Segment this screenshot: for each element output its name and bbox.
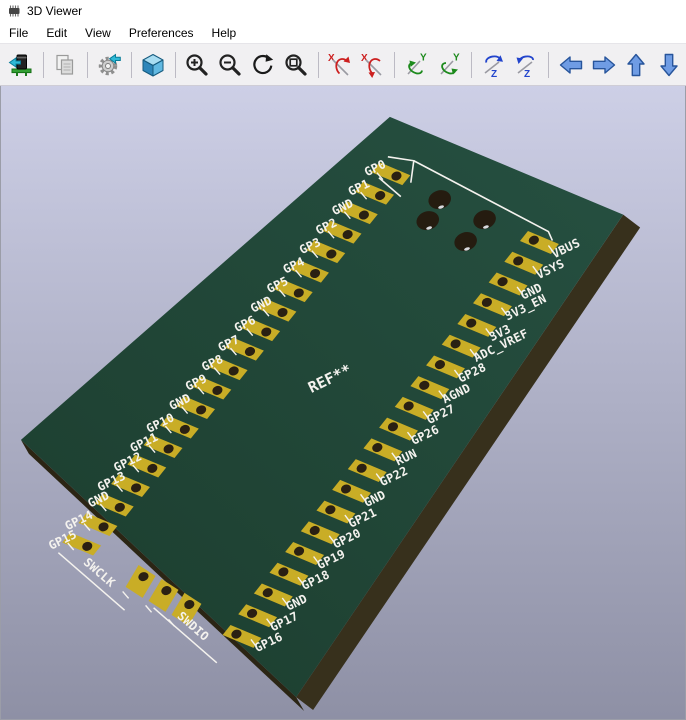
toolbar-separator <box>175 52 176 78</box>
render-options-button[interactable] <box>94 48 125 82</box>
rotate-x-cw-button[interactable]: X <box>325 48 356 82</box>
zoom-out-button[interactable] <box>215 48 246 82</box>
toolbar-separator <box>471 52 472 78</box>
move-right-icon <box>591 52 617 78</box>
zoom-in-button[interactable] <box>182 48 213 82</box>
titlebar: 3D Viewer <box>0 0 686 22</box>
svg-text:Z: Z <box>524 69 530 78</box>
reload-board-icon <box>8 52 34 78</box>
move-up-icon <box>623 52 649 78</box>
rotate-x-ccw-button[interactable]: X <box>357 48 388 82</box>
menubar: File Edit View Preferences Help <box>0 22 686 44</box>
reload-board-button[interactable] <box>6 48 37 82</box>
export-image-icon <box>52 52 78 78</box>
rotate-y-ccw-icon: Y <box>437 52 463 78</box>
chip-icon <box>6 3 22 19</box>
menu-help[interactable]: Help <box>203 24 246 42</box>
svg-text:Y: Y <box>420 52 427 63</box>
toolbar-separator <box>394 52 395 78</box>
move-right-button[interactable] <box>588 48 619 82</box>
rotate-y-cw-icon: Y <box>404 52 430 78</box>
svg-text:X: X <box>361 53 368 64</box>
3d-viewport[interactable]: GP0GP1GNDGP2GP3GP4GP5GNDGP6GP7GP8GP9GNDG… <box>0 86 686 720</box>
rotate-z-ccw-icon: Z <box>514 52 540 78</box>
menu-preferences[interactable]: Preferences <box>120 24 203 42</box>
move-left-icon <box>558 52 584 78</box>
rotate-z-ccw-button[interactable]: Z <box>511 48 542 82</box>
orthographic-cube-icon <box>140 52 166 78</box>
menu-file[interactable]: File <box>0 24 37 42</box>
toolbar-separator <box>548 52 549 78</box>
rotate-y-ccw-button[interactable]: Y <box>434 48 465 82</box>
rotate-z-cw-icon: Z <box>481 52 507 78</box>
svg-text:Z: Z <box>491 69 497 78</box>
zoom-to-fit-button[interactable] <box>281 48 312 82</box>
zoom-in-icon <box>184 52 210 78</box>
zoom-to-fit-icon <box>283 52 309 78</box>
rotate-x-ccw-icon: X <box>360 52 386 78</box>
rotate-z-cw-button[interactable]: Z <box>478 48 509 82</box>
svg-text:Y: Y <box>453 52 460 63</box>
redraw-icon <box>250 52 276 78</box>
menu-view[interactable]: View <box>76 24 120 42</box>
zoom-out-icon <box>217 52 243 78</box>
toolbar-separator <box>43 52 44 78</box>
move-left-button[interactable] <box>555 48 586 82</box>
menu-edit[interactable]: Edit <box>37 24 76 42</box>
toolbar-separator <box>131 52 132 78</box>
move-up-button[interactable] <box>621 48 652 82</box>
render-options-icon <box>96 52 122 78</box>
rotate-x-cw-icon: X <box>327 52 353 78</box>
move-down-button[interactable] <box>654 48 685 82</box>
3d-viewport-canvas: GP0GP1GNDGP2GP3GP4GP5GNDGP6GP7GP8GP9GNDG… <box>1 86 685 719</box>
move-down-icon <box>656 52 682 78</box>
3d-viewer-window: 3D Viewer File Edit View Preferences Hel… <box>0 0 686 720</box>
export-image-button[interactable] <box>50 48 81 82</box>
orthographic-cube-button[interactable] <box>138 48 169 82</box>
toolbar-separator <box>318 52 319 78</box>
toolbar-separator <box>87 52 88 78</box>
redraw-button[interactable] <box>248 48 279 82</box>
window-title: 3D Viewer <box>27 4 82 18</box>
rotate-y-cw-button[interactable]: Y <box>401 48 432 82</box>
svg-text:X: X <box>328 53 335 64</box>
toolbar: X X Y Y Z Z <box>0 44 686 86</box>
